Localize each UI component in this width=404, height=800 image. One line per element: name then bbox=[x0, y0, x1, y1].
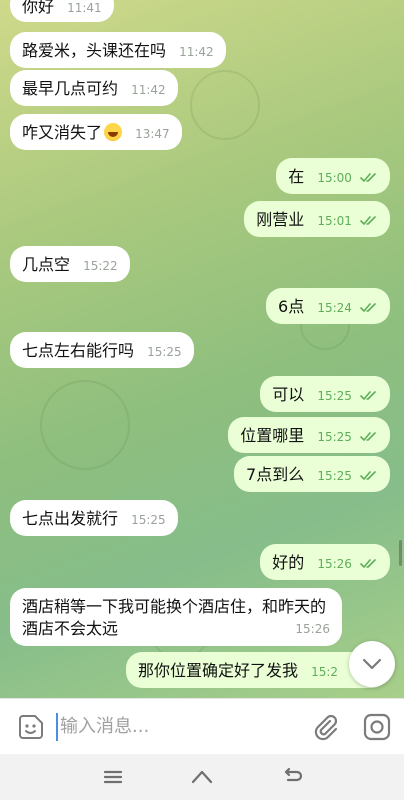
double-check-icon bbox=[360, 391, 376, 400]
message-time: 11:42 bbox=[131, 83, 166, 97]
message-outgoing[interactable]: 6点 15:24 bbox=[266, 288, 390, 324]
message-time: 11:42 bbox=[179, 45, 214, 59]
message-text: 刚营业 bbox=[256, 210, 305, 229]
message-incoming[interactable]: 你好 11:41 bbox=[10, 0, 114, 22]
message-text: 咋又消失了 bbox=[22, 123, 103, 142]
home-icon[interactable] bbox=[190, 766, 214, 788]
message-text: 七点出发就行 bbox=[22, 509, 119, 528]
message-text: 路爱米，头课还在吗 bbox=[22, 41, 167, 60]
message-outgoing[interactable]: 那你位置确定好了发我 15:2 bbox=[126, 652, 388, 688]
message-incoming[interactable]: 路爱米，头课还在吗 11:42 bbox=[10, 32, 226, 68]
message-time: 15:25 bbox=[317, 469, 352, 483]
message-time: 15:00 bbox=[317, 171, 352, 185]
message-time: 15:25 bbox=[317, 430, 352, 444]
message-outgoing[interactable]: 位置哪里 15:25 bbox=[228, 417, 390, 453]
chevron-down-icon bbox=[362, 658, 382, 670]
message-input[interactable]: 输入消息... bbox=[56, 713, 296, 741]
message-incoming[interactable]: 咋又消失了 13:47 bbox=[10, 114, 182, 150]
message-input-bar: 输入消息... bbox=[0, 698, 404, 754]
message-text: 酒店稍等一下我可能换个酒店住，和昨天的酒店不会太远 bbox=[22, 597, 327, 638]
camera-icon[interactable] bbox=[362, 712, 392, 742]
message-text: 7点到么 bbox=[246, 465, 305, 484]
message-time: 15:22 bbox=[83, 259, 118, 273]
message-time: 15:01 bbox=[317, 214, 352, 228]
double-check-icon bbox=[360, 303, 376, 312]
double-check-icon bbox=[360, 173, 376, 182]
message-text: 最早几点可约 bbox=[22, 79, 119, 98]
background-doodle bbox=[190, 70, 260, 140]
message-text: 七点左右能行吗 bbox=[22, 341, 135, 360]
message-incoming[interactable]: 酒店稍等一下我可能换个酒店住，和昨天的酒店不会太远 15:26 bbox=[10, 588, 342, 646]
message-time: 15:24 bbox=[317, 301, 352, 315]
message-text: 好的 bbox=[272, 553, 305, 572]
message-text: 在 bbox=[288, 167, 305, 186]
message-text: 几点空 bbox=[22, 255, 71, 274]
double-check-icon bbox=[360, 471, 376, 480]
scrollbar-thumb[interactable] bbox=[399, 540, 402, 566]
chat-background: 你好 11:41 路爱米，头课还在吗 11:42 最早几点可约 11:42 咋又… bbox=[0, 0, 404, 698]
back-icon[interactable] bbox=[280, 766, 304, 788]
message-time: 15:25 bbox=[147, 345, 182, 359]
message-time: 15:25 bbox=[317, 389, 352, 403]
message-outgoing[interactable]: 刚营业 15:01 bbox=[244, 201, 390, 237]
message-time: 15:26 bbox=[295, 622, 330, 636]
message-outgoing[interactable]: 7点到么 15:25 bbox=[234, 456, 390, 492]
message-text: 你好 bbox=[22, 0, 55, 16]
message-incoming[interactable]: 七点左右能行吗 15:25 bbox=[10, 332, 194, 368]
laughing-emoji-icon bbox=[104, 123, 123, 141]
message-time: 11:41 bbox=[67, 1, 102, 15]
message-text: 那你位置确定好了发我 bbox=[138, 661, 299, 680]
menu-icon[interactable] bbox=[101, 766, 125, 788]
message-text: 可以 bbox=[272, 385, 305, 404]
message-incoming[interactable]: 最早几点可约 11:42 bbox=[10, 70, 178, 106]
system-navigation-bar bbox=[0, 754, 404, 800]
message-time: 13:47 bbox=[135, 127, 170, 141]
message-outgoing[interactable]: 在 15:00 bbox=[276, 158, 390, 194]
sticker-emoji-icon[interactable] bbox=[17, 713, 45, 741]
background-doodle bbox=[40, 380, 130, 470]
message-time: 15:2 bbox=[311, 665, 339, 679]
message-incoming[interactable]: 七点出发就行 15:25 bbox=[10, 500, 178, 536]
message-time: 15:26 bbox=[317, 557, 352, 571]
double-check-icon bbox=[360, 432, 376, 441]
double-check-icon bbox=[360, 216, 376, 225]
scroll-down-button[interactable] bbox=[349, 641, 395, 687]
message-text: 6点 bbox=[278, 297, 305, 316]
message-incoming[interactable]: 几点空 15:22 bbox=[10, 246, 130, 282]
message-outgoing[interactable]: 好的 15:26 bbox=[260, 544, 390, 580]
message-text: 位置哪里 bbox=[240, 426, 305, 445]
double-check-icon bbox=[360, 559, 376, 568]
message-time: 15:25 bbox=[131, 513, 166, 527]
paperclip-icon[interactable] bbox=[310, 712, 338, 742]
message-outgoing[interactable]: 可以 15:25 bbox=[260, 376, 390, 412]
